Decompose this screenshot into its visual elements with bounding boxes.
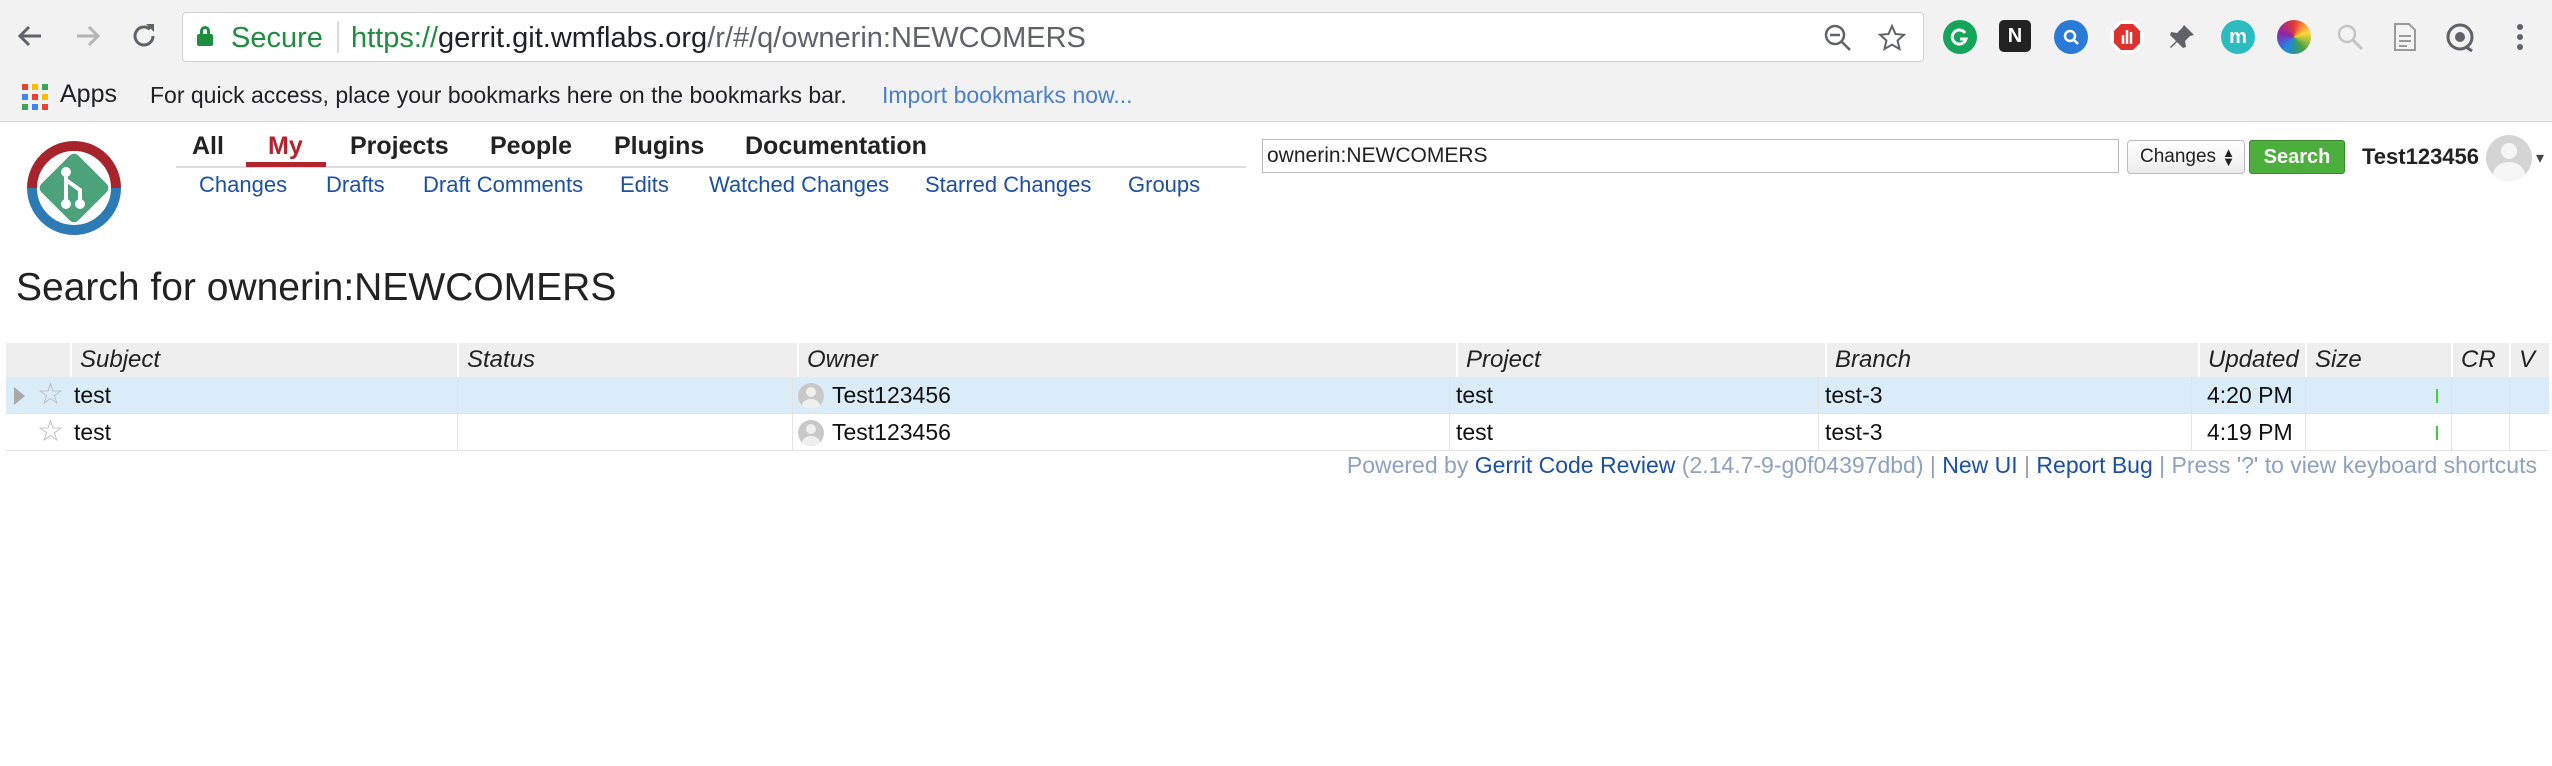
address-bar[interactable]: Secure https://gerrit.git.wmflabs.org/r/… <box>182 12 1924 62</box>
document-icon[interactable] <box>2388 20 2422 54</box>
browser-menu-icon[interactable] <box>2503 20 2537 54</box>
search-type-select[interactable]: Changes ▲ ▼ <box>2127 140 2245 174</box>
user-menu-caret-icon[interactable]: ▾ <box>2536 148 2544 168</box>
col-status: Status <box>457 343 797 377</box>
pin-icon[interactable] <box>2165 20 2199 54</box>
menu-my[interactable]: My <box>268 132 303 161</box>
grammarly-icon[interactable] <box>1943 20 1977 54</box>
footer-version: (2.14.7-9-g0f04397dbd) <box>1681 452 1924 478</box>
footer-separator: | <box>1929 452 1936 478</box>
row-branch[interactable]: test-3 <box>1825 377 1883 414</box>
search-extension-icon[interactable] <box>2054 20 2088 54</box>
new-ui-link[interactable]: New UI <box>1942 452 2017 478</box>
col-project: Project <box>1456 343 1825 377</box>
menu-documentation[interactable]: Documentation <box>745 132 927 161</box>
reload-icon[interactable] <box>124 16 164 56</box>
col-branch: Branch <box>1825 343 2198 377</box>
row-branch[interactable]: test-3 <box>1825 414 1883 451</box>
url-scheme: https:// <box>351 22 439 54</box>
report-bug-link[interactable]: Report Bug <box>2036 452 2152 478</box>
menu-people[interactable]: People <box>490 132 572 161</box>
url-text[interactable]: https://gerrit.git.wmflabs.org/r/#/q/own… <box>351 22 1086 55</box>
table-row[interactable]: ☆ test Test123456 test test-3 4:19 PM <box>6 414 2549 451</box>
search-type-value: Changes <box>2140 146 2217 167</box>
footer-separator: | <box>2024 452 2031 478</box>
col-updated: Updated <box>2198 343 2305 377</box>
secure-label: Secure <box>231 22 323 54</box>
bookmarks-bar: Apps For quick access, place your bookma… <box>0 74 2552 122</box>
gerrit-code-review-link[interactable]: Gerrit Code Review <box>1475 452 1676 478</box>
user-name[interactable]: Test123456 <box>2362 144 2479 170</box>
submenu-starred-changes[interactable]: Starred Changes <box>925 172 1091 198</box>
forward-icon[interactable] <box>68 16 108 56</box>
col-size: Size <box>2305 343 2451 377</box>
color-picker-icon[interactable] <box>2277 20 2311 54</box>
footer: Powered by Gerrit Code Review (2.14.7-9-… <box>1347 452 2537 479</box>
row-pointer-icon <box>14 387 25 405</box>
notion-icon[interactable]: N <box>1999 20 2031 52</box>
star-icon[interactable]: ☆ <box>37 377 64 412</box>
bookmark-star-icon[interactable] <box>1877 23 1907 53</box>
size-bar <box>2436 389 2438 403</box>
row-project[interactable]: test <box>1456 414 1493 451</box>
owner-avatar <box>798 383 824 409</box>
menu-projects[interactable]: Projects <box>350 132 449 161</box>
submenu-drafts[interactable]: Drafts <box>326 172 385 198</box>
row-project[interactable]: test <box>1456 377 1493 414</box>
inspect-icon[interactable] <box>2333 20 2367 54</box>
row-updated: 4:19 PM <box>2207 419 2293 445</box>
ext-m-icon[interactable]: m <box>2221 20 2255 54</box>
browser-toolbar: Secure https://gerrit.git.wmflabs.org/r/… <box>0 0 2552 74</box>
row-owner[interactable]: Test123456 <box>832 414 951 451</box>
row-subject[interactable]: test <box>74 377 111 414</box>
gerrit-logo[interactable] <box>18 132 130 244</box>
submenu-groups[interactable]: Groups <box>1128 172 1200 198</box>
back-icon[interactable] <box>10 16 50 56</box>
table-header: Subject Status Owner Project Branch Upda… <box>6 343 2549 377</box>
submenu-edits[interactable]: Edits <box>620 172 669 198</box>
size-bar <box>2436 426 2438 440</box>
import-bookmarks-link[interactable]: Import bookmarks now... <box>882 82 1133 109</box>
table-row[interactable]: ☆ test Test123456 test test-3 4:20 PM <box>6 377 2549 414</box>
row-updated: 4:20 PM <box>2207 382 2293 408</box>
col-cr: CR <box>2451 343 2509 377</box>
bookmarks-hint: For quick access, place your bookmarks h… <box>150 82 847 108</box>
menu-all[interactable]: All <box>192 132 224 161</box>
row-subject[interactable]: test <box>74 414 111 451</box>
url-path: /r/#/q/ownerin:NEWCOMERS <box>707 22 1086 54</box>
col-owner: Owner <box>797 343 1456 377</box>
url-host: gerrit.git.wmflabs.org <box>438 22 708 54</box>
user-avatar[interactable] <box>2486 135 2532 181</box>
submenu-changes[interactable]: Changes <box>199 172 287 198</box>
select-arrows-icon: ▲ ▼ <box>2222 145 2235 169</box>
owner-avatar <box>798 420 824 446</box>
menu-plugins[interactable]: Plugins <box>614 132 704 161</box>
submenu-watched-changes[interactable]: Watched Changes <box>709 172 889 198</box>
top-menu: All My Projects People Plugins Documenta… <box>176 128 1246 168</box>
footer-powered-by: Powered by <box>1346 452 1469 478</box>
row-owner[interactable]: Test123456 <box>832 377 951 414</box>
col-v: V <box>2509 343 2549 377</box>
search-button[interactable]: Search <box>2249 140 2345 174</box>
active-menu-indicator <box>246 162 326 167</box>
lock-icon <box>197 26 213 46</box>
zoom-out-icon[interactable] <box>1823 23 1853 53</box>
block-hand-icon[interactable] <box>2110 20 2144 54</box>
search-input[interactable] <box>1262 139 2119 173</box>
keyboard-shortcuts-hint: Press '?' to view keyboard shortcuts <box>2171 452 2537 478</box>
apps-grid-icon[interactable] <box>22 84 48 110</box>
footer-separator: | <box>2159 452 2166 478</box>
submenu-draft-comments[interactable]: Draft Comments <box>423 172 583 198</box>
star-icon[interactable]: ☆ <box>37 414 64 449</box>
apps-link[interactable]: Apps <box>60 80 117 109</box>
col-subject: Subject <box>70 343 457 377</box>
page-title: Search for ownerin:NEWCOMERS <box>16 266 617 309</box>
privacy-icon[interactable] <box>2443 20 2477 54</box>
address-separator <box>337 21 339 53</box>
